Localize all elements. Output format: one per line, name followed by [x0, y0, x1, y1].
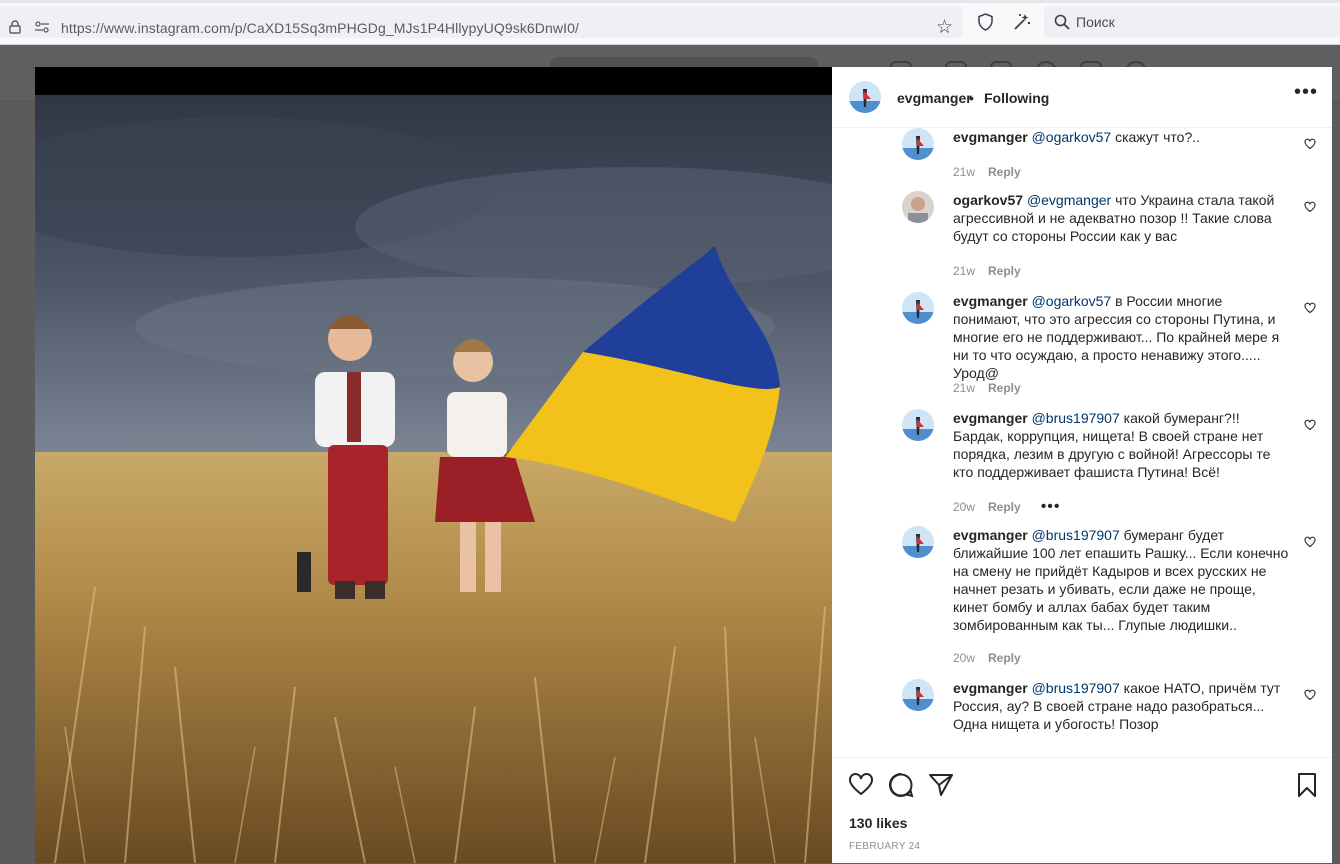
reply-button[interactable]: Reply	[988, 381, 1021, 395]
comment-like-heart-icon[interactable]	[1304, 138, 1316, 150]
comment-time[interactable]: 20w	[953, 651, 975, 665]
comment-mention[interactable]: @evgmanger	[1027, 192, 1111, 208]
comment-username[interactable]: evgmanger	[953, 410, 1028, 426]
comment-like-heart-icon[interactable]	[1304, 536, 1316, 548]
comment-username[interactable]: ogarkov57	[953, 192, 1023, 208]
lock-icon[interactable]	[9, 20, 21, 34]
author-avatar[interactable]	[849, 81, 881, 113]
like-heart-icon[interactable]	[848, 772, 874, 798]
comment-username[interactable]: evgmanger	[953, 527, 1028, 543]
save-bookmark-icon[interactable]	[1294, 772, 1320, 798]
comment-text: evgmanger @brus197907 какой бумеранг?!! …	[953, 409, 1293, 481]
tracking-protection-shield-icon[interactable]	[977, 13, 994, 31]
comment-like-heart-icon[interactable]	[1304, 419, 1316, 431]
header-separator: •	[969, 90, 974, 106]
comment-username[interactable]: evgmanger	[953, 293, 1028, 309]
commenter-avatar[interactable]	[902, 191, 934, 223]
commenter-avatar[interactable]	[902, 526, 934, 558]
comment-mention[interactable]: @ogarkov57	[1032, 293, 1112, 309]
post-photo-illustration	[35, 67, 832, 863]
magic-wand-icon[interactable]	[1012, 12, 1032, 32]
reply-button[interactable]: Reply	[988, 165, 1021, 179]
comment-icon[interactable]	[888, 772, 914, 798]
tab-strip-edge	[0, 0, 1340, 3]
permissions-icon[interactable]	[34, 21, 50, 33]
comment-mention[interactable]: @brus197907	[1032, 410, 1120, 426]
comment-time[interactable]: 21w	[953, 165, 975, 179]
comment-mention[interactable]: @brus197907	[1032, 680, 1120, 696]
comment-meta: 20w Reply •••	[953, 498, 1061, 516]
comment-time[interactable]: 20w	[953, 500, 975, 514]
url-text[interactable]: https://www.instagram.com/p/CaXD15Sq3mPH…	[61, 20, 579, 36]
address-bar[interactable]: https://www.instagram.com/p/CaXD15Sq3mPH…	[0, 6, 963, 38]
likes-count[interactable]: 130 likes	[849, 815, 907, 831]
more-options-icon[interactable]: •••	[1294, 81, 1318, 104]
post-header: evgmanger • Following •••	[832, 67, 1332, 128]
post-date: FEBRUARY 24	[849, 841, 921, 852]
following-button[interactable]: Following	[984, 90, 1049, 106]
commenter-avatar[interactable]	[902, 292, 934, 324]
comment-meta: 21w Reply	[953, 264, 1021, 278]
commenter-avatar[interactable]	[902, 409, 934, 441]
post-details-panel: evgmanger • Following ••• evgmanger @oga…	[832, 67, 1332, 863]
comment-meta: 21w Reply	[953, 165, 1021, 179]
search-icon	[1054, 14, 1070, 30]
browser-toolbar: https://www.instagram.com/p/CaXD15Sq3mPH…	[0, 0, 1340, 45]
comment-meta: 21w Reply	[953, 381, 1021, 395]
commenter-avatar[interactable]	[902, 679, 934, 711]
comment-text: evgmanger @ogarkov57 скажут что?..	[953, 128, 1293, 146]
reply-button[interactable]: Reply	[988, 651, 1021, 665]
author-username[interactable]: evgmanger	[897, 90, 972, 106]
comment-text: evgmanger @ogarkov57 в России многие пон…	[953, 292, 1293, 382]
post-image[interactable]	[35, 67, 832, 863]
comment-text: evgmanger @brus197907 какое НАТО, причём…	[953, 679, 1293, 733]
search-placeholder: Поиск	[1076, 14, 1115, 30]
comment-meta: 20w Reply	[953, 651, 1021, 665]
browser-search-box[interactable]: Поиск	[1044, 6, 1340, 38]
comments-list[interactable]: evgmanger @ogarkov57 скажут что?.. 21w Rep…	[832, 128, 1332, 756]
comment-mention[interactable]: @brus197907	[1032, 527, 1120, 543]
bookmark-star-icon[interactable]: ☆	[936, 18, 953, 37]
comment-like-heart-icon[interactable]	[1304, 302, 1316, 314]
commenter-avatar[interactable]	[902, 128, 934, 160]
reply-button[interactable]: Reply	[988, 264, 1021, 278]
comment-username[interactable]: evgmanger	[953, 680, 1028, 696]
comment-text: evgmanger @brus197907 бумеранг будет бли…	[953, 526, 1293, 634]
share-direct-icon[interactable]	[928, 772, 954, 798]
comment-options-icon[interactable]: •••	[1041, 498, 1061, 515]
comment-time[interactable]: 21w	[953, 264, 975, 278]
comment-message: скажут что?..	[1111, 129, 1201, 145]
comment-username[interactable]: evgmanger	[953, 129, 1028, 145]
comment-time[interactable]: 21w	[953, 381, 975, 395]
reply-button[interactable]: Reply	[988, 500, 1021, 514]
post-actions: 130 likes FEBRUARY 24	[832, 757, 1332, 864]
comment-text: ogarkov57 @evgmanger что Украина стала т…	[953, 191, 1293, 245]
comment-like-heart-icon[interactable]	[1304, 201, 1316, 213]
comment-like-heart-icon[interactable]	[1304, 689, 1316, 701]
comment-mention[interactable]: @ogarkov57	[1032, 129, 1112, 145]
